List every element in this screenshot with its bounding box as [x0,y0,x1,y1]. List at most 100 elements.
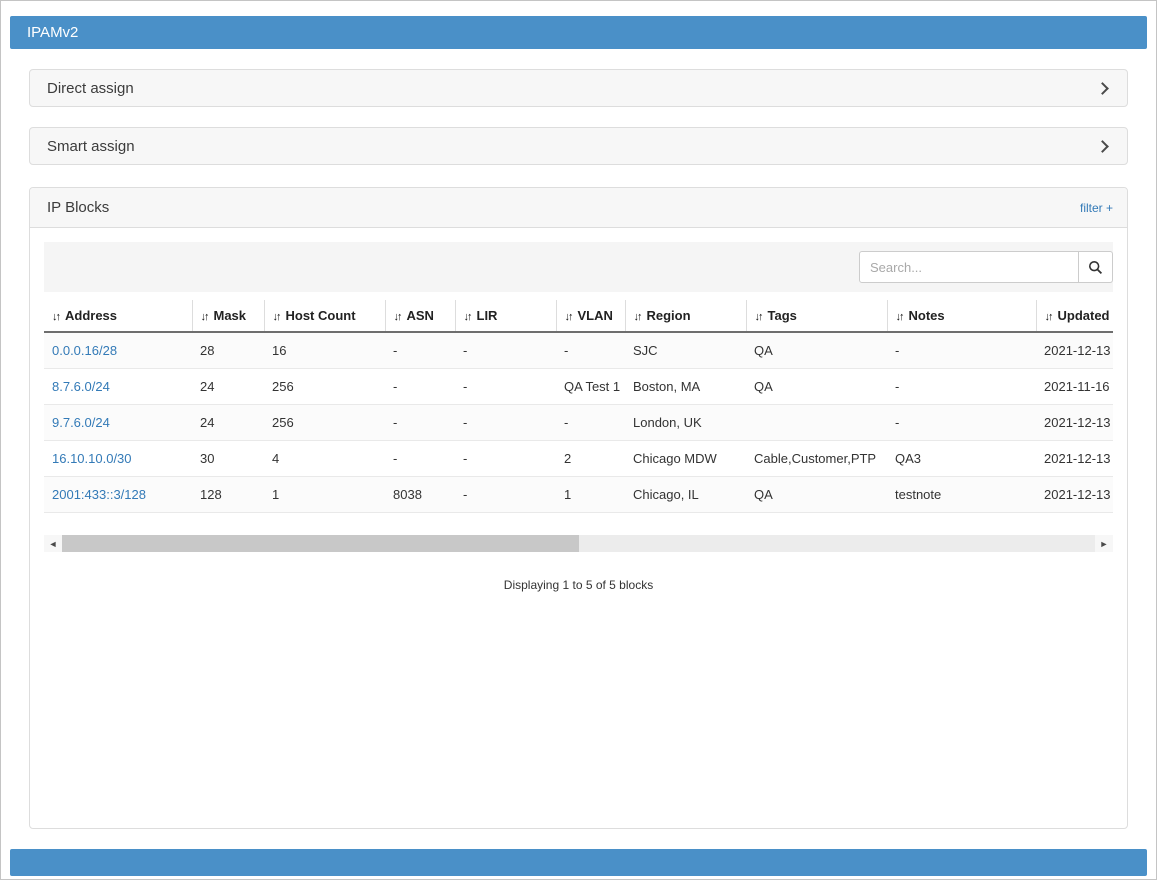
table-row: 16.10.10.0/30 30 4 - - 2 Chicago MDW Cab… [44,441,1113,477]
table-row: 2001:433::3/128 128 1 8038 - 1 Chicago, … [44,477,1113,513]
column-header-address[interactable]: ↓↑ Address [44,300,192,332]
cell-mask: 30 [192,441,264,477]
sort-icon: ↓↑ [52,311,59,323]
cell-asn: - [385,405,455,441]
cell-host-count: 1 [264,477,385,513]
address-link[interactable]: 8.7.6.0/24 [44,369,192,405]
address-link[interactable]: 9.7.6.0/24 [44,405,192,441]
ip-blocks-body: ↓↑Address ↓↑Mask ↓↑Host Count ↓↑ASN ↓↑LI… [30,228,1127,828]
column-label: Updated [1058,308,1110,323]
column-header-updated[interactable]: ↓↑Updated [1036,300,1113,332]
cell-vlan: 1 [556,477,625,513]
column-header-mask[interactable]: ↓↑Mask [192,300,264,332]
cell-mask: 24 [192,405,264,441]
sort-icon: ↓↑ [634,311,641,323]
ip-blocks-title: IP Blocks [47,199,109,216]
cell-notes: testnote [887,477,1036,513]
cell-asn: 8038 [385,477,455,513]
chevron-right-icon [1096,140,1109,153]
search-button[interactable] [1079,251,1113,283]
cell-updated: 2021-12-13 [1036,477,1113,513]
column-label: LIR [477,308,498,323]
cell-updated: 2021-12-13 [1036,405,1113,441]
cell-lir: - [455,441,556,477]
table-row: 8.7.6.0/24 24 256 - - QA Test 1 Boston, … [44,369,1113,405]
cell-lir: - [455,369,556,405]
scrollbar-track[interactable] [62,535,1095,552]
column-label: Mask [214,308,247,323]
app-footer [10,849,1147,876]
column-label: Address [65,308,117,323]
sort-icon: ↓↑ [273,311,280,323]
cell-mask: 28 [192,332,264,369]
direct-assign-panel[interactable]: Direct assign [29,69,1128,107]
app-title: IPAMv2 [27,24,78,41]
sort-icon: ↓↑ [394,311,401,323]
sort-icon: ↓↑ [464,311,471,323]
column-header-notes[interactable]: ↓↑Notes [887,300,1036,332]
scrollbar-thumb[interactable] [62,535,579,552]
cell-asn: - [385,332,455,369]
cell-asn: - [385,441,455,477]
filter-link[interactable]: filter + [1080,201,1113,215]
smart-assign-label: Smart assign [47,138,135,155]
cell-vlan: QA Test 1 [556,369,625,405]
cell-tags: QA [746,332,887,369]
ip-blocks-panel: IP Blocks filter + [29,187,1128,829]
cell-vlan: - [556,332,625,369]
scroll-left-icon[interactable]: ◄ [44,535,62,552]
cell-region: Chicago, IL [625,477,746,513]
column-header-asn[interactable]: ↓↑ ASN [385,300,455,332]
address-link[interactable]: 0.0.0.16/28 [44,332,192,369]
cell-vlan: - [556,405,625,441]
cell-lir: - [455,332,556,369]
ip-blocks-header: IP Blocks filter + [30,188,1127,228]
chevron-right-icon [1096,82,1109,95]
table-toolbar [44,242,1113,292]
column-label: Region [647,308,691,323]
scroll-right-icon[interactable]: ► [1095,535,1113,552]
column-header-region[interactable]: ↓↑ Region [625,300,746,332]
direct-assign-label: Direct assign [47,80,134,97]
cell-updated: 2021-12-13 [1036,441,1113,477]
smart-assign-panel[interactable]: Smart assign [29,127,1128,165]
column-header-host-count[interactable]: ↓↑ Host Count [264,300,385,332]
column-label: ASN [407,308,434,323]
cell-notes: - [887,369,1036,405]
cell-vlan: 2 [556,441,625,477]
cell-lir: - [455,477,556,513]
cell-notes: QA3 [887,441,1036,477]
column-header-tags[interactable]: ↓↑Tags [746,300,887,332]
column-label: Host Count [286,308,356,323]
app-header: IPAMv2 [10,16,1147,49]
cell-tags [746,405,887,441]
address-link[interactable]: 16.10.10.0/30 [44,441,192,477]
cell-asn: - [385,369,455,405]
cell-notes: - [887,405,1036,441]
search-group [859,251,1113,283]
cell-region: Chicago MDW [625,441,746,477]
column-header-vlan[interactable]: ↓↑ VLAN [556,300,625,332]
displaying-status: Displaying 1 to 5 of 5 blocks [44,578,1113,592]
search-input[interactable] [859,251,1079,283]
search-icon [1088,260,1103,275]
cell-host-count: 256 [264,369,385,405]
cell-region: Boston, MA [625,369,746,405]
ip-blocks-table: ↓↑Address ↓↑Mask ↓↑Host Count ↓↑ASN ↓↑LI… [44,300,1113,513]
cell-updated: 2021-11-16 [1036,369,1113,405]
cell-region: SJC [625,332,746,369]
table-header-row: ↓↑Address ↓↑Mask ↓↑Host Count ↓↑ASN ↓↑LI… [44,300,1113,332]
column-header-lir[interactable]: ↓↑ LIR [455,300,556,332]
sort-icon: ↓↑ [565,311,572,323]
cell-tags: QA [746,369,887,405]
address-link[interactable]: 2001:433::3/128 [44,477,192,513]
cell-host-count: 256 [264,405,385,441]
cell-tags: QA [746,477,887,513]
horizontal-scrollbar: ◄ ► [44,535,1113,552]
column-label: VLAN [578,308,613,323]
cell-lir: - [455,405,556,441]
column-label: Notes [909,308,945,323]
column-label: Tags [768,308,797,323]
cell-notes: - [887,332,1036,369]
cell-region: London, UK [625,405,746,441]
